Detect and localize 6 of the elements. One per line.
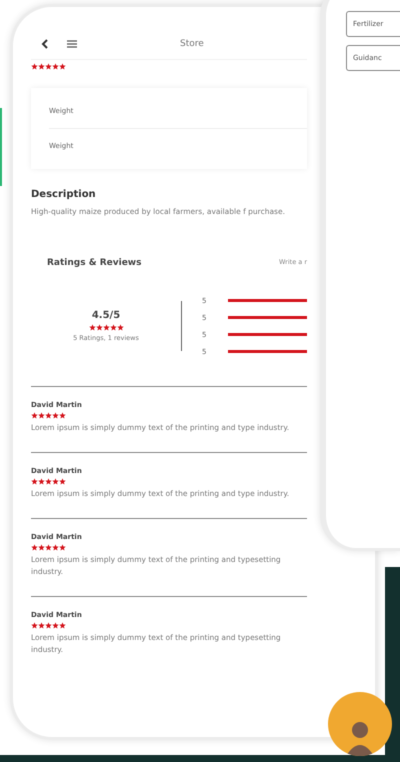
section-heading: Ratings & Reviews bbox=[47, 258, 142, 268]
rating-score: 4.5/5 bbox=[92, 310, 120, 321]
back-icon[interactable] bbox=[41, 39, 49, 49]
section-heading: Description bbox=[31, 189, 97, 200]
screen-title: Store bbox=[180, 39, 204, 49]
menu-icon[interactable] bbox=[67, 40, 77, 48]
